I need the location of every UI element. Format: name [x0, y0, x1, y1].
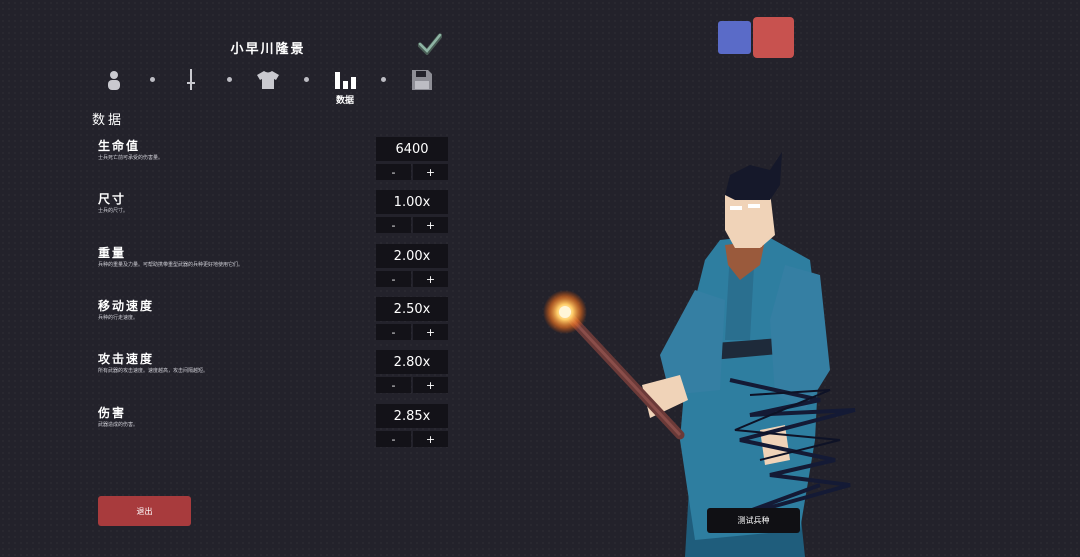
shirt-icon: [257, 71, 279, 89]
decrease-button[interactable]: -: [376, 271, 411, 287]
stat-name: 伤害: [98, 406, 127, 420]
person-icon: [108, 71, 120, 90]
stat-name: 移动速度: [98, 299, 155, 313]
stat-description: 兵种的行走速度。: [98, 315, 139, 321]
stat-row-health: 生命值 士兵死亡前可承受的伤害量。 6400 - +: [98, 137, 450, 183]
increase-button[interactable]: +: [413, 324, 448, 340]
editor-tabs: 数据: [98, 66, 448, 106]
decrease-button[interactable]: -: [376, 217, 411, 233]
tab-separator: [227, 77, 232, 82]
decrease-button[interactable]: -: [376, 324, 411, 340]
stat-value-field[interactable]: 6400: [376, 137, 448, 161]
tab-separator: [150, 77, 155, 82]
increase-button[interactable]: +: [413, 164, 448, 180]
unit-preview: [543, 152, 856, 557]
increase-button[interactable]: +: [413, 431, 448, 447]
team-color-blue-swatch[interactable]: [718, 21, 751, 54]
tab-clothing[interactable]: [252, 66, 284, 94]
save-icon: [412, 70, 432, 90]
stat-row-weight: 重量 兵种的重量及力量。可帮助携带重型武器的兵种更好地使用它们。 2.00x -…: [98, 244, 450, 290]
stat-description: 士兵死亡前可承受的伤害量。: [98, 155, 164, 161]
increase-button[interactable]: +: [413, 377, 448, 393]
unit-name: 小早川隆景: [230, 42, 306, 57]
tab-separator: [381, 77, 386, 82]
stat-value-field[interactable]: 1.00x: [376, 190, 448, 214]
bar-chart-icon: [335, 72, 356, 89]
tab-stats[interactable]: 数据: [329, 66, 361, 106]
sword-icon: [187, 69, 195, 90]
stat-description: 士兵的尺寸。: [98, 208, 129, 214]
stat-description: 武器造成的伤害。: [98, 422, 139, 428]
stat-value-field[interactable]: 2.00x: [376, 244, 448, 268]
stat-name: 攻击速度: [98, 352, 155, 366]
test-unit-button[interactable]: 测试兵种: [707, 508, 800, 533]
section-title: 数据: [92, 113, 125, 128]
tab-separator: [304, 77, 309, 82]
stat-value-field[interactable]: 2.80x: [376, 350, 448, 374]
stat-name: 生命值: [98, 139, 141, 153]
increase-button[interactable]: +: [413, 217, 448, 233]
decrease-button[interactable]: -: [376, 431, 411, 447]
stat-row-movement-speed: 移动速度 兵种的行走速度。 2.50x - +: [98, 297, 450, 343]
tab-stats-label: 数据: [335, 96, 354, 106]
stat-row-attack-speed: 攻击速度 所有武器的攻击速度。速度越高，攻击间隔越短。 2.80x - +: [98, 350, 450, 396]
stat-row-size: 尺寸 士兵的尺寸。 1.00x - +: [98, 190, 450, 236]
checkmark-icon[interactable]: [418, 33, 442, 55]
tab-appearance[interactable]: [98, 66, 130, 94]
stat-description: 兵种的重量及力量。可帮助携带重型武器的兵种更好地使用它们。: [98, 262, 244, 268]
exit-button[interactable]: 退出: [98, 496, 191, 526]
team-color-red-swatch[interactable]: [753, 17, 794, 58]
stat-name: 重量: [98, 246, 127, 260]
increase-button[interactable]: +: [413, 271, 448, 287]
tab-weapons[interactable]: [175, 66, 207, 94]
tab-save[interactable]: [406, 66, 438, 94]
stat-name: 尺寸: [98, 192, 127, 206]
decrease-button[interactable]: -: [376, 164, 411, 180]
stat-value-field[interactable]: 2.50x: [376, 297, 448, 321]
stat-row-damage: 伤害 武器造成的伤害。 2.85x - +: [98, 404, 450, 450]
stat-value-field[interactable]: 2.85x: [376, 404, 448, 428]
stat-description: 所有武器的攻击速度。速度越高，攻击间隔越短。: [98, 368, 209, 374]
decrease-button[interactable]: -: [376, 377, 411, 393]
